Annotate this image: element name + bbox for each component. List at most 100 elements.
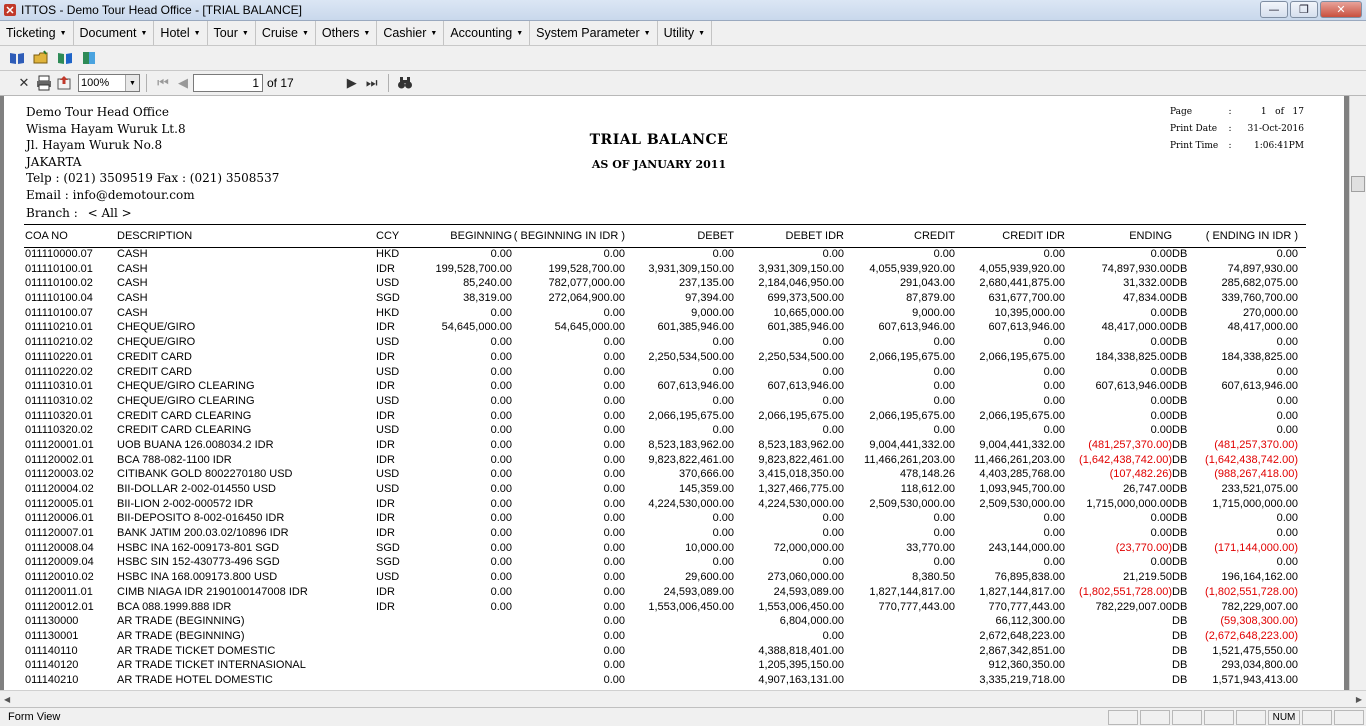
cell-creidr: 2,680,441,875.00 — [979, 277, 1065, 290]
cell-creidr: 66,112,300.00 — [995, 615, 1065, 628]
table-row: 011120012.01 BCA 088.1999.888 IDR IDR 0.00 0… — [4, 601, 1344, 616]
menu-tour[interactable]: Tour ▼ — [208, 21, 256, 45]
menu-accounting[interactable]: Accounting ▼ — [444, 21, 531, 45]
cell-beg: 0.00 — [490, 483, 512, 495]
cell-end: 0.00 — [1150, 365, 1172, 378]
menu-others[interactable]: Others ▼ — [316, 21, 378, 45]
cell-db: DB — [1172, 321, 1188, 334]
cell-endidr: 0.00 — [1276, 527, 1298, 540]
report-toolbar: ✕ 100% ▼ ⏮ ◀ 1 of 17 ▶ ⏭ — [0, 71, 1366, 96]
cell-cre: 8,380.50 — [912, 571, 955, 584]
report-title: TRIAL BALANCE — [589, 132, 729, 148]
chevron-down-icon[interactable]: ▼ — [125, 75, 139, 91]
page-label: Page — [1170, 107, 1193, 117]
cell-beg: 54,645,000.00 — [441, 321, 512, 334]
table-header: COA NO DESCRIPTION CCY BEGINNING ( BEGIN… — [4, 226, 1344, 248]
close-report-icon[interactable]: ✕ — [14, 73, 34, 93]
cell-begidr: 0.00 — [603, 350, 625, 363]
cell-desc: CASH — [117, 262, 148, 275]
cell-db: DB — [1172, 394, 1188, 407]
next-page-icon[interactable]: ▶ — [342, 73, 362, 93]
cell-endidr: 0.00 — [1276, 365, 1298, 378]
page-number-input[interactable]: 1 — [193, 74, 263, 92]
cell-db: DB — [1172, 600, 1188, 613]
cell-cre: 478,148.26 — [899, 468, 955, 481]
cell-coa: 011110100.04 — [25, 292, 93, 305]
cell-db: DB — [1172, 483, 1188, 495]
folder-open-icon[interactable] — [32, 49, 50, 67]
close-button[interactable]: ✕ — [1320, 1, 1362, 18]
cell-beg: 0.00 — [490, 527, 512, 540]
cell-debidr: 607,613,946.00 — [767, 380, 844, 393]
menu-utility[interactable]: Utility ▼ — [658, 21, 713, 45]
menu-cruise[interactable]: Cruise ▼ — [256, 21, 316, 45]
scroll-thumb[interactable] — [1351, 176, 1365, 192]
cell-cre: 0.00 — [933, 527, 955, 540]
cell-cre: 0.00 — [933, 394, 955, 407]
chevron-down-icon: ▼ — [698, 29, 706, 37]
cell-cre: 0.00 — [933, 380, 955, 393]
meta-sep: : — [1228, 141, 1232, 151]
scroll-right-icon[interactable]: ▶ — [1356, 695, 1362, 704]
cell-creidr: 2,066,195,675.00 — [979, 350, 1065, 363]
ledger-icon[interactable] — [80, 49, 98, 67]
open-book-icon[interactable] — [8, 49, 26, 67]
cell-coa: 011120011.01 — [25, 585, 93, 598]
menu-ticketing[interactable]: Ticketing ▼ — [0, 21, 74, 45]
export-icon[interactable] — [54, 73, 74, 93]
cell-creidr: 0.00 — [1043, 248, 1065, 260]
menu-bar: Ticketing ▼ Document ▼ Hotel ▼ Tour ▼ Cruise ▼ Oth… — [0, 21, 1366, 46]
title-bar: ITTOS - Demo Tour Head Office - [TRIAL B… — [0, 0, 1366, 21]
print-icon[interactable] — [34, 73, 54, 93]
cell-deb: 370,666.00 — [678, 468, 734, 481]
cell-end: 0.00 — [1150, 336, 1172, 349]
cell-beg: 0.00 — [490, 336, 512, 349]
cell-creidr: 2,867,342,851.00 — [979, 644, 1065, 657]
chevron-down-icon: ▼ — [59, 29, 67, 37]
maximize-button[interactable]: ❐ — [1290, 1, 1318, 18]
cell-creidr: 0.00 — [1043, 424, 1065, 437]
cell-db: DB — [1172, 629, 1188, 642]
last-page-icon[interactable]: ⏭ — [362, 73, 382, 93]
cell-beg: 0.00 — [490, 556, 512, 569]
cell-begidr: 0.00 — [603, 615, 625, 628]
cell-ccy: USD — [376, 394, 400, 407]
book-icon[interactable] — [56, 49, 74, 67]
status-cell — [1334, 709, 1364, 725]
binoculars-icon[interactable] — [395, 73, 415, 93]
meta-sep: : — [1228, 107, 1232, 117]
first-page-icon[interactable]: ⏮ — [153, 73, 173, 93]
horizontal-scrollbar[interactable]: ◀ ▶ — [0, 690, 1366, 707]
cell-deb: 9,823,822,461.00 — [648, 453, 734, 466]
cell-desc: HSBC SIN 152-430773-496 SGD — [117, 556, 280, 569]
prev-page-icon[interactable]: ◀ — [173, 73, 193, 93]
scroll-left-icon[interactable]: ◀ — [4, 695, 10, 704]
cell-endidr: 0.00 — [1276, 556, 1298, 569]
cell-creidr: 0.00 — [1043, 527, 1065, 540]
cell-end: 31,332.00 — [1123, 277, 1172, 290]
cell-begidr: 0.00 — [603, 512, 625, 525]
menu-label: Accounting — [450, 26, 513, 40]
menu-document[interactable]: Document ▼ — [74, 21, 155, 45]
cell-deb: 0.00 — [712, 512, 734, 525]
status-cell — [1172, 709, 1202, 725]
table-row: 011110310.01 CHEQUE/GIRO CLEARING IDR 0.00 0… — [4, 380, 1344, 395]
zoom-select[interactable]: 100% ▼ — [78, 74, 140, 92]
menu-cashier[interactable]: Cashier ▼ — [377, 21, 445, 45]
cell-begidr: 0.00 — [603, 424, 625, 437]
menu-system-parameter[interactable]: System Parameter ▼ — [530, 21, 658, 45]
vertical-scrollbar[interactable] — [1349, 96, 1366, 690]
minimize-button[interactable]: — — [1260, 1, 1288, 18]
print-date-label: Print Date — [1170, 124, 1218, 134]
cell-begidr: 0.00 — [603, 248, 625, 260]
cell-creidr: 1,093,945,700.00 — [979, 483, 1065, 495]
cell-coa: 011110310.02 — [25, 394, 93, 407]
cell-coa: 011140120 — [25, 659, 79, 672]
cell-coa: 011120006.01 — [25, 512, 94, 525]
menu-hotel[interactable]: Hotel ▼ — [154, 21, 208, 45]
cell-coa: 011140210 — [25, 673, 79, 686]
cell-beg: 0.00 — [490, 600, 512, 613]
print-meta: Page : 1 of 17 Print Date : 31-Oct-2016 Pr… — [1170, 104, 1304, 155]
table-row: 011120003.02 CITIBANK GOLD 8002270180 USD… — [4, 468, 1344, 483]
cell-cre: 0.00 — [933, 336, 955, 349]
